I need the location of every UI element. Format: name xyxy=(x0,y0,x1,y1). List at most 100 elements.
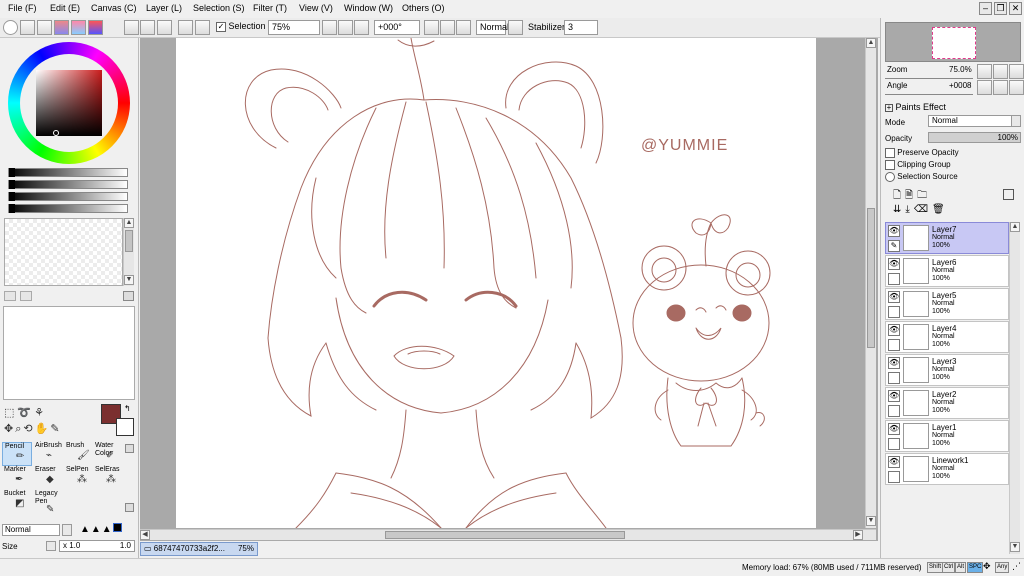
stabilizer-select[interactable]: 3 xyxy=(564,20,598,35)
color-slider-1[interactable] xyxy=(8,168,128,177)
lasso-icon[interactable]: ➰ xyxy=(17,407,34,419)
eye-icon[interactable]: 👁 xyxy=(888,423,900,435)
lock-icon[interactable] xyxy=(888,306,900,318)
tool-seleras[interactable]: SelEras ⁂ xyxy=(93,466,123,490)
rgb-slider-tab[interactable] xyxy=(20,20,35,35)
pencil-icon[interactable]: ✎ xyxy=(888,240,900,252)
color-wheel-tab[interactable] xyxy=(3,20,18,35)
flip-view-button[interactable] xyxy=(508,20,523,35)
layer-row[interactable]: 👁 Linework1 Normal 100% xyxy=(885,453,1009,485)
layer-row[interactable]: 👁 Layer3 Normal 100% xyxy=(885,354,1009,386)
scratch-pad-scrollbar[interactable]: ▲ ▼ xyxy=(123,218,134,286)
drawing-canvas[interactable]: @YUMMIE xyxy=(176,38,816,528)
clipping-group-checkbox[interactable]: Clipping Group xyxy=(885,160,951,170)
canvas-vscrollbar[interactable]: ▲ ▼ xyxy=(865,38,876,528)
delete-layer-icon[interactable]: 🗑 xyxy=(932,204,949,215)
tool-options-button[interactable] xyxy=(125,444,134,453)
eye-icon[interactable]: 👁 xyxy=(888,357,900,369)
new-layer-icon[interactable]: 🗋 xyxy=(893,190,905,201)
eyedropper-icon[interactable]: ✎ xyxy=(50,423,61,435)
brush-mode-select[interactable]: Normal xyxy=(2,524,60,536)
lock-icon[interactable] xyxy=(888,339,900,351)
scroll-up-icon[interactable]: ▲ xyxy=(1010,222,1020,232)
zoom-in-button[interactable] xyxy=(338,20,353,35)
canvas-area[interactable]: @YUMMIE ▲ ▼ ◀ ▶ xyxy=(140,38,878,541)
menu-layer[interactable]: Layer (L) xyxy=(146,3,182,13)
layer-mode-select[interactable]: Normal xyxy=(928,115,1012,127)
zoom-select[interactable]: 75% xyxy=(268,20,320,35)
layer-row[interactable]: 👁 ✎ Layer7 Normal 100% xyxy=(885,222,1009,254)
brush-shape-selector[interactable]: ▲▲▲ xyxy=(80,523,122,535)
tool-options-button-2[interactable] xyxy=(125,503,134,512)
selection-toggle[interactable]: ✓ Selection xyxy=(216,21,266,32)
scroll-up-icon[interactable]: ▲ xyxy=(866,38,876,48)
hscroll-thumb[interactable] xyxy=(385,531,625,539)
tool-marker[interactable]: Marker ✒ xyxy=(2,466,32,490)
nav-zoom-reset-button[interactable] xyxy=(1009,64,1024,79)
color-slider-3[interactable] xyxy=(8,192,128,201)
document-tab[interactable]: ▭ 68747470733a2f2... 75% xyxy=(140,542,258,556)
eye-icon[interactable]: 👁 xyxy=(888,225,900,237)
user-swatch-tab[interactable] xyxy=(71,20,86,35)
tool-watercolor[interactable]: Water Color ✐ xyxy=(93,442,125,466)
close-button[interactable]: ✕ xyxy=(1009,2,1022,15)
resize-grip-icon[interactable]: ⋰ xyxy=(1012,561,1021,572)
hsv-slider-tab[interactable] xyxy=(37,20,52,35)
angle-select[interactable]: +000° xyxy=(374,20,420,35)
nav-zoom-out-button[interactable] xyxy=(977,64,992,79)
rotate-left-button[interactable] xyxy=(424,20,439,35)
layer-list-scrollbar[interactable]: ▲ ▼ xyxy=(1009,222,1020,554)
eye-icon[interactable]: 👁 xyxy=(888,324,900,336)
layer-panel-options-icon[interactable] xyxy=(1003,189,1014,200)
scroll-down-icon[interactable]: ▼ xyxy=(1010,542,1020,552)
swatch-tab[interactable] xyxy=(54,20,69,35)
scroll-left-icon[interactable]: ◀ xyxy=(140,530,150,540)
menu-canvas[interactable]: Canvas (C) xyxy=(91,3,137,13)
rotate-icon[interactable]: ⟲ xyxy=(23,423,34,435)
lock-icon[interactable] xyxy=(888,273,900,285)
color-picker-marker[interactable] xyxy=(53,130,59,136)
lock-icon[interactable] xyxy=(888,372,900,384)
move-icon[interactable]: ✥ xyxy=(4,423,15,435)
tool-pencil[interactable]: Pencil ✏ xyxy=(2,442,32,466)
nav-zoom-in-button[interactable] xyxy=(993,64,1008,79)
scroll-up-icon[interactable]: ▲ xyxy=(124,218,134,228)
color-wheel[interactable] xyxy=(8,42,130,164)
merge-down-icon[interactable]: ⤓ xyxy=(905,204,913,215)
opacity-slider[interactable]: 100% xyxy=(928,132,1021,143)
layer-row[interactable]: 👁 Layer4 Normal 100% xyxy=(885,321,1009,353)
flip-button[interactable] xyxy=(195,20,210,35)
layer-mode-dropdown[interactable] xyxy=(1011,115,1021,127)
layer-row[interactable]: 👁 Layer2 Normal 100% xyxy=(885,387,1009,419)
color-slider-4[interactable] xyxy=(8,204,128,213)
lock-icon[interactable] xyxy=(888,438,900,450)
transfer-down-icon[interactable]: ⇊ xyxy=(893,204,905,215)
size-multiplier-dropdown[interactable] xyxy=(46,541,56,551)
layer-row[interactable]: 👁 Layer1 Normal 100% xyxy=(885,420,1009,452)
preserve-opacity-checkbox[interactable]: Preserve Opacity xyxy=(885,148,959,158)
menu-edit[interactable]: Edit (E) xyxy=(50,3,80,13)
menu-others[interactable]: Others (O) xyxy=(402,3,445,13)
scroll-down-icon[interactable]: ▼ xyxy=(866,516,876,526)
scroll-right-icon[interactable]: ▶ xyxy=(853,530,863,540)
scratch-pad[interactable] xyxy=(4,218,123,286)
menu-window[interactable]: Window (W) xyxy=(344,3,393,13)
swap-colors-icon[interactable]: ↰ xyxy=(124,404,131,413)
nav-rotate-left-button[interactable] xyxy=(977,80,992,95)
rotate-right-button[interactable] xyxy=(440,20,455,35)
zoom-reset-button[interactable] xyxy=(354,20,369,35)
menu-file[interactable]: File (F) xyxy=(8,3,37,13)
eye-icon[interactable]: 👁 xyxy=(888,291,900,303)
menu-selection[interactable]: Selection (S) xyxy=(193,3,245,13)
lock-icon[interactable] xyxy=(888,405,900,417)
nav-rotate-right-button[interactable] xyxy=(993,80,1008,95)
selection-source-checkbox[interactable]: Selection Source xyxy=(885,172,958,182)
canvas-hscrollbar[interactable]: ◀ ▶ xyxy=(140,529,876,540)
zoom-slider[interactable] xyxy=(885,74,973,79)
menu-filter[interactable]: Filter (T) xyxy=(253,3,287,13)
new-vector-layer-icon[interactable]: 🗎 xyxy=(905,190,917,201)
paints-effect-header[interactable]: + Paints Effect xyxy=(885,102,946,112)
transform-button[interactable] xyxy=(178,20,193,35)
tool-brush[interactable]: Brush 🖌 xyxy=(64,442,94,466)
eye-icon[interactable]: 👁 xyxy=(888,456,900,468)
